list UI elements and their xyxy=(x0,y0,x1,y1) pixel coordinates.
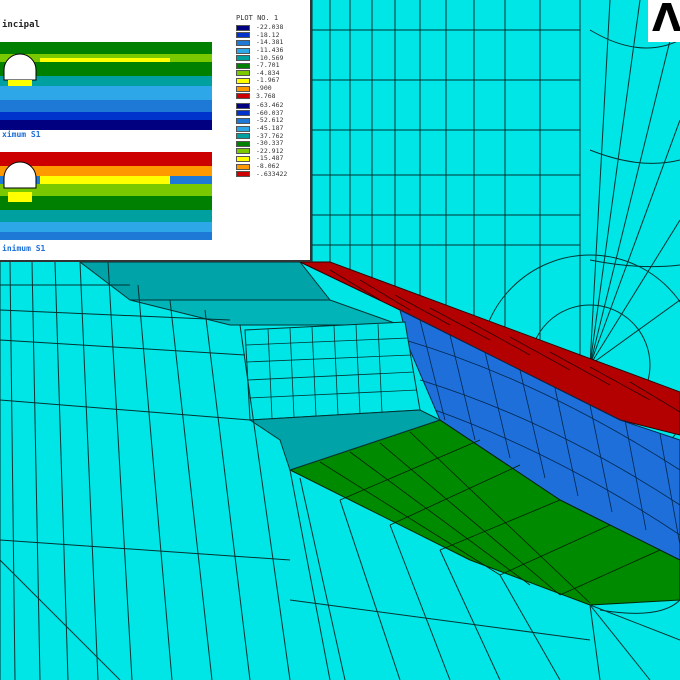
legend-swatch xyxy=(236,140,250,147)
legend-swatch xyxy=(236,171,250,178)
legend-swatch xyxy=(236,102,250,109)
legend-swatch xyxy=(236,117,250,124)
contour-plot-min xyxy=(0,152,212,240)
legend-swatch xyxy=(236,133,250,140)
legend-row: -.633422 xyxy=(236,170,287,178)
inset-title: incipal xyxy=(2,20,40,30)
plot-number-label: PLOT NO. 1 xyxy=(236,14,279,22)
legend-swatch xyxy=(236,32,250,39)
legend-swatch xyxy=(236,39,250,46)
contour-inset-panel: incipal ximum S1 inimum S1 PLOT NO. 1 -2… xyxy=(0,0,312,262)
app-logo: Λ xyxy=(648,0,680,42)
legend-value: 3.768 xyxy=(256,91,276,100)
legend-swatch xyxy=(236,148,250,155)
logo-glyph: Λ xyxy=(652,0,680,40)
legend-value: .900 xyxy=(256,84,272,93)
inset-subtitle-max: ximum S1 xyxy=(2,130,41,139)
legend-value: -8.062 xyxy=(256,162,280,171)
legend-swatch xyxy=(236,163,250,170)
legend-swatch xyxy=(236,93,250,100)
legend-swatch xyxy=(236,55,250,62)
contour-plot-max xyxy=(0,42,212,130)
legend-swatch xyxy=(236,70,250,77)
legend-swatch xyxy=(236,24,250,31)
legend-swatch xyxy=(236,62,250,69)
legend-swatch xyxy=(236,47,250,54)
legend-swatch xyxy=(236,77,250,84)
legend-swatch xyxy=(236,85,250,92)
inset-caption-min: inimum S1 xyxy=(2,244,46,253)
legend-swatch xyxy=(236,110,250,117)
legend-swatch xyxy=(236,125,250,132)
legend-max: -22.038 -18.12 -14.381 -11.436 -10.569 -7.701… xyxy=(236,24,283,100)
legend-row: 3.768 xyxy=(236,92,283,100)
legend-min: -63.462 -60.037 -52.612 -45.187 -37.762 -30.3… xyxy=(236,102,287,178)
legend-swatch xyxy=(236,155,250,162)
legend-value: -.633422 xyxy=(256,169,288,178)
